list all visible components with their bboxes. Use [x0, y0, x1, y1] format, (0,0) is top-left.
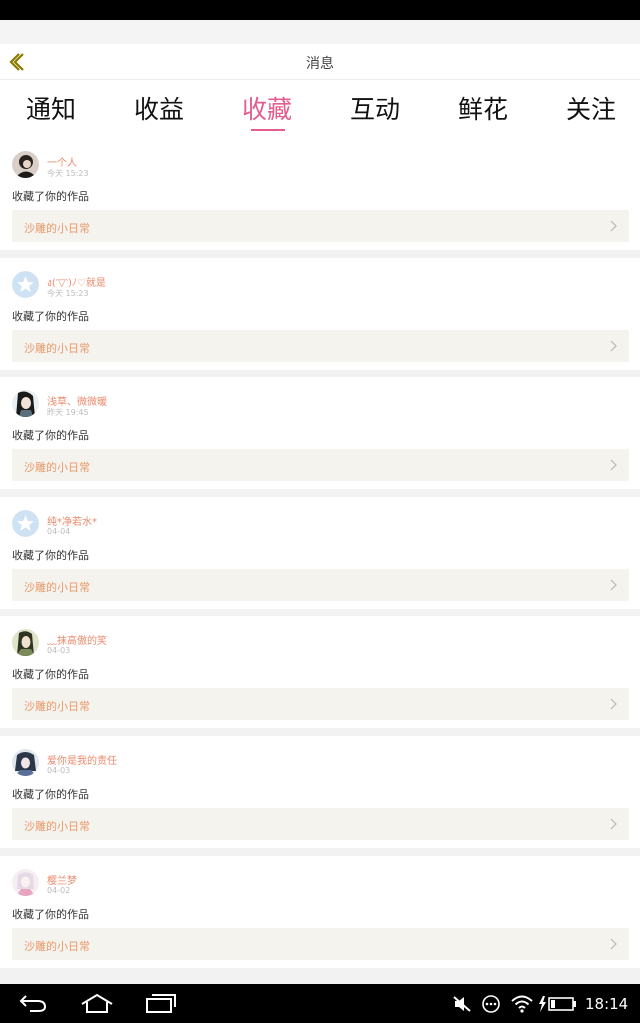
- work-title: 沙雕的小日常: [24, 461, 90, 475]
- tab-earnings[interactable]: 收益: [105, 90, 213, 126]
- tab-interactions[interactable]: 互动: [321, 90, 429, 126]
- tab-favorites[interactable]: 收藏: [213, 90, 321, 126]
- timestamp: 昨天 19:45: [47, 408, 89, 418]
- home-nav-button[interactable]: [80, 993, 114, 1017]
- battery-charging-icon: [539, 996, 576, 1012]
- chevron-right-icon: [610, 938, 617, 949]
- chevron-right-icon: [610, 698, 617, 710]
- username[interactable]: 爱你是我的责任: [47, 752, 117, 767]
- tab-follows[interactable]: 关注: [537, 90, 640, 126]
- avatar[interactable]: [12, 151, 39, 178]
- notification-list: 一个人 今天 15:23 收藏了你的作品 沙雕的小日常 ง(′▽‵)ﾉ♡就是 今…: [0, 138, 640, 975]
- work-title: 沙雕的小日常: [24, 580, 90, 594]
- work-title: 沙雕的小日常: [24, 222, 90, 235]
- timestamp: 今天 15:23: [47, 288, 89, 298]
- work-link[interactable]: 沙雕的小日常: [12, 568, 629, 601]
- timestamp: 04-03: [47, 646, 71, 656]
- avatar[interactable]: [12, 629, 39, 657]
- work-link[interactable]: 沙雕的小日常: [12, 449, 629, 482]
- notification-item: 纯*净若水* 04-04 收藏了你的作品 沙雕的小日常: [0, 496, 640, 609]
- username[interactable]: 一个人: [47, 154, 77, 169]
- recents-nav-button[interactable]: [145, 993, 177, 1017]
- username[interactable]: 纯*净若水*: [47, 513, 97, 528]
- timestamp: 今天 15:23: [47, 169, 89, 178]
- work-link[interactable]: 沙雕的小日常: [12, 927, 629, 960]
- top-status-bar: [0, 0, 640, 20]
- mute-icon: [453, 996, 471, 1012]
- chevron-right-icon: [610, 579, 617, 591]
- work-link[interactable]: 沙雕的小日常: [12, 807, 629, 840]
- action-text: 收藏了你的作品: [12, 907, 89, 921]
- notification-item: ง(′▽‵)ﾉ♡就是 今天 15:23 收藏了你的作品 沙雕的小日常: [0, 257, 640, 370]
- work-title: 沙雕的小日常: [24, 939, 90, 953]
- home-nav-icon: [81, 993, 113, 1013]
- work-title: 沙雕的小日常: [24, 819, 90, 833]
- notification-item: 爱你是我的责任 04-03 收藏了你的作品 沙雕的小日常: [0, 735, 640, 848]
- work-title: 沙雕的小日常: [24, 700, 90, 714]
- action-text: 收藏了你的作品: [12, 190, 89, 203]
- page-title: 消息: [306, 56, 334, 72]
- avatar[interactable]: [12, 390, 39, 418]
- status-clock: 18:14: [585, 995, 629, 1013]
- chevron-right-icon: [610, 818, 617, 830]
- back-nav-icon: [19, 995, 47, 1012]
- notification-item: ﹏抹高傲的笑 04-03 收藏了你的作品 沙雕的小日常: [0, 616, 640, 729]
- username[interactable]: ﹏抹高傲的笑: [47, 632, 107, 647]
- header-bar: 消息: [0, 44, 640, 80]
- chevron-right-icon: [610, 459, 617, 471]
- avatar[interactable]: [12, 748, 39, 776]
- timestamp: 04-02: [47, 885, 71, 895]
- chevron-right-icon: [610, 340, 617, 352]
- tab-notifications[interactable]: 通知: [0, 90, 105, 126]
- system-nav-bar: 18:14: [0, 984, 640, 1023]
- avatar[interactable]: [12, 509, 39, 537]
- action-text: 收藏了你的作品: [12, 787, 89, 801]
- action-text: 收藏了你的作品: [12, 668, 89, 682]
- work-link[interactable]: 沙雕的小日常: [12, 210, 629, 242]
- wifi-icon: [511, 995, 533, 1013]
- username[interactable]: 浅草、微微暖: [47, 393, 107, 408]
- timestamp: 04-03: [47, 765, 71, 775]
- top-spacer: [0, 20, 640, 44]
- work-link[interactable]: 沙雕的小日常: [12, 688, 629, 721]
- back-nav-button[interactable]: [18, 993, 48, 1017]
- notification-item: 樱兰梦 04-02 收藏了你的作品 沙雕的小日常: [0, 855, 640, 968]
- avatar[interactable]: [12, 868, 39, 896]
- tab-flowers[interactable]: 鲜花: [429, 90, 537, 126]
- work-link[interactable]: 沙雕的小日常: [12, 329, 629, 362]
- tab-bar: 通知 收益 收藏 互动 鲜花 关注: [0, 80, 640, 138]
- action-text: 收藏了你的作品: [12, 309, 89, 323]
- more-icon: [482, 995, 500, 1013]
- work-title: 沙雕的小日常: [24, 341, 90, 355]
- notification-item: 浅草、微微暖 昨天 19:45 收藏了你的作品 沙雕的小日常: [0, 377, 640, 490]
- action-text: 收藏了你的作品: [12, 429, 89, 443]
- chevron-right-icon: [610, 220, 617, 232]
- username[interactable]: 樱兰梦: [47, 872, 77, 887]
- action-text: 收藏了你的作品: [12, 548, 89, 562]
- notification-item: 一个人 今天 15:23 收藏了你的作品 沙雕的小日常: [0, 138, 640, 250]
- active-tab-indicator: [251, 129, 285, 131]
- recents-nav-icon: [146, 994, 176, 1013]
- avatar[interactable]: [12, 270, 39, 298]
- timestamp: 04-04: [47, 526, 71, 536]
